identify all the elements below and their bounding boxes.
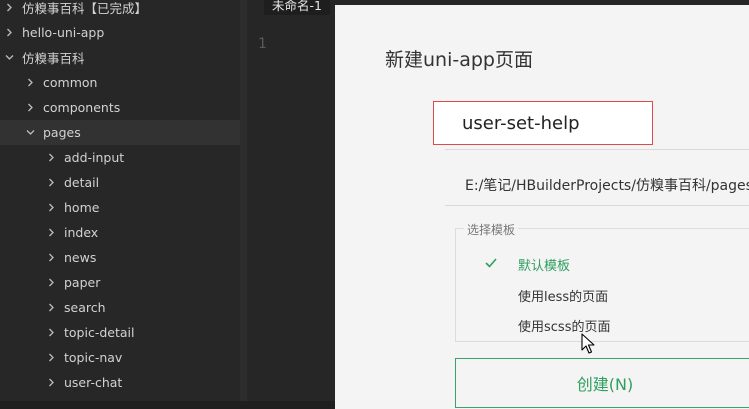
tree-item-label: user-chat [64,375,123,390]
tree-item[interactable]: components [0,95,240,120]
tree-item-label: add-input [64,150,125,165]
chevron-right-icon[interactable] [46,351,56,365]
tree-item-label: home [64,200,100,215]
chevron-right-icon[interactable] [46,326,56,340]
dialog-title: 新建uni-app页面 [385,49,533,71]
tree-item[interactable]: paper [0,270,240,295]
tree-item[interactable]: home [0,195,240,220]
tree-item[interactable]: 仿糗事百科 [0,45,240,70]
editor-area[interactable] [247,0,335,409]
status-strip [0,401,335,409]
template-option-default[interactable]: 默认模板 [456,251,749,275]
tree-item-label: pages [43,125,81,140]
tree-item-label: 仿糗事百科 [22,51,85,66]
tree-item-label: paper [64,275,101,290]
tab-untitled[interactable]: 未命名-1 [264,0,330,15]
tree-item-label: hello-uni-app [22,25,105,40]
chevron-down-icon[interactable] [25,126,35,140]
tree-item[interactable]: search [0,295,240,320]
template-option-label: 使用less的页面 [518,290,609,305]
chevron-right-icon[interactable] [46,251,56,265]
chevron-right-icon[interactable] [46,226,56,240]
chevron-down-icon[interactable] [4,51,14,65]
tree-item[interactable]: pages [0,120,240,145]
tree-item-label: topic-nav [64,350,123,365]
chevron-right-icon[interactable] [46,201,56,215]
page-name-field[interactable] [433,101,653,145]
tree-item[interactable]: hello-uni-app [0,20,240,45]
mouse-pointer-icon [581,333,595,354]
chevron-right-icon[interactable] [25,76,35,90]
create-button[interactable]: 创建(N) [455,358,749,408]
tree-item[interactable]: add-input [0,145,240,170]
tree-item[interactable]: topic-detail [0,320,240,345]
tree-item[interactable]: 仿糗事百科【已完成】 [0,0,240,20]
tree-item[interactable]: common [0,70,240,95]
check-icon [485,258,497,268]
chevron-right-icon[interactable] [4,1,14,15]
tree-item[interactable]: news [0,245,240,270]
tree-item[interactable]: detail [0,170,240,195]
path-underline [445,205,749,206]
template-group-label: 选择模板 [464,221,519,238]
sidebar-scrollbar[interactable] [240,0,247,409]
chevron-right-icon[interactable] [46,151,56,165]
project-tree: 仿糗事百科【已完成】 hello-uni-app 仿糗事百科 common compon… [0,0,240,409]
template-option-label: 默认模板 [518,259,571,274]
tree-item[interactable]: index [0,220,240,245]
tree-item-label: 仿糗事百科【已完成】 [22,1,148,16]
tree-item-label: common [43,75,98,90]
template-option-less[interactable]: 使用less的页面 [456,282,749,306]
new-page-dialog: 新建uni-app页面 E:/笔记/HBuilderProjects/仿糗事百科… [335,5,749,409]
tree-item-label: search [64,300,106,315]
template-group: 选择模板 默认模板 使用less的页面 使用scss的页面 [455,221,749,342]
tree-item-label: components [43,100,121,115]
tree-item-label: index [64,225,99,240]
chevron-right-icon[interactable] [46,176,56,190]
tree-item-label: topic-detail [64,325,135,340]
chevron-right-icon[interactable] [46,301,56,315]
chevron-right-icon[interactable] [4,26,14,40]
line-number: 1 [258,36,267,52]
tree-item-label: news [64,250,97,265]
chevron-right-icon[interactable] [46,276,56,290]
page-name-input[interactable] [462,111,642,135]
tree-item[interactable]: user-chat [0,370,240,395]
name-underline [445,149,749,150]
tree-item[interactable]: topic-nav [0,345,240,370]
chevron-right-icon[interactable] [25,101,35,115]
page-path-field[interactable]: E:/笔记/HBuilderProjects/仿糗事百科/pages [465,175,749,195]
template-option-scss[interactable]: 使用scss的页面 [456,312,749,336]
template-option-label: 使用scss的页面 [518,320,611,335]
chevron-right-icon[interactable] [46,376,56,390]
tree-item-label: detail [64,175,100,190]
